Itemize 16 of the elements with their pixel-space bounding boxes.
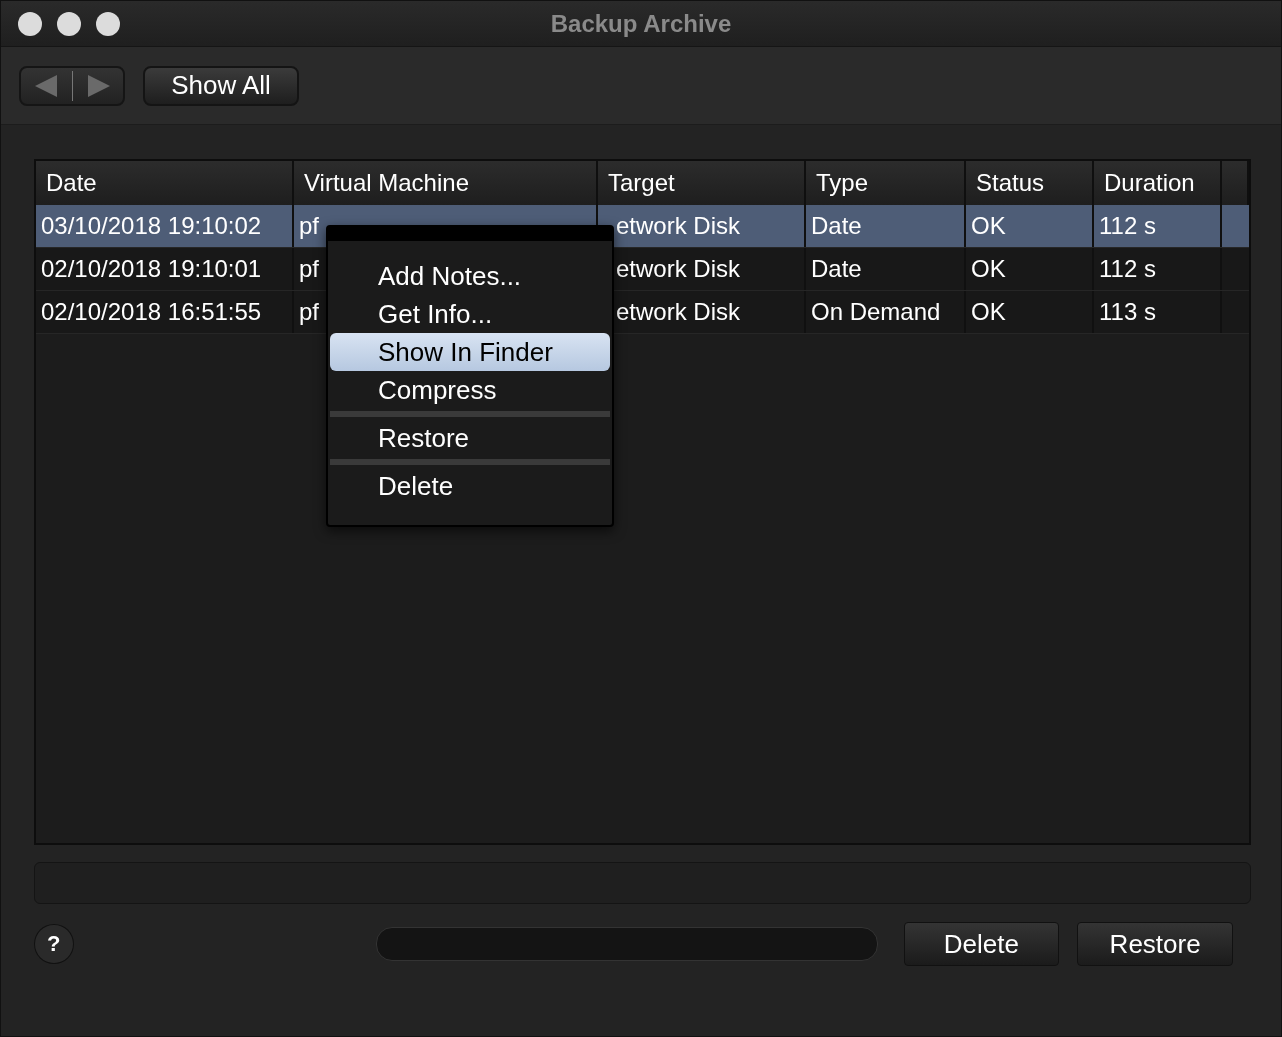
show-all-button[interactable]: Show All: [143, 65, 299, 106]
menu-item[interactable]: Restore: [330, 419, 610, 457]
menu-item[interactable]: Show In Finder: [330, 333, 610, 371]
minimize-button[interactable]: [57, 11, 81, 36]
table-cell: 02/10/2018 16:51:55: [36, 291, 294, 333]
delete-button[interactable]: Delete: [903, 922, 1060, 966]
help-button[interactable]: ?: [34, 924, 74, 964]
table-cell: On Demand: [806, 291, 966, 333]
zoom-button[interactable]: [96, 11, 120, 36]
menu-item[interactable]: Compress: [330, 371, 610, 409]
table-cell: 113 s: [1094, 291, 1222, 333]
table-cell: OK: [966, 291, 1094, 333]
close-button[interactable]: [18, 11, 42, 36]
menu-item[interactable]: Delete: [330, 467, 610, 505]
window-title: Backup Archive: [550, 9, 732, 38]
restore-button[interactable]: Restore: [1077, 922, 1233, 966]
